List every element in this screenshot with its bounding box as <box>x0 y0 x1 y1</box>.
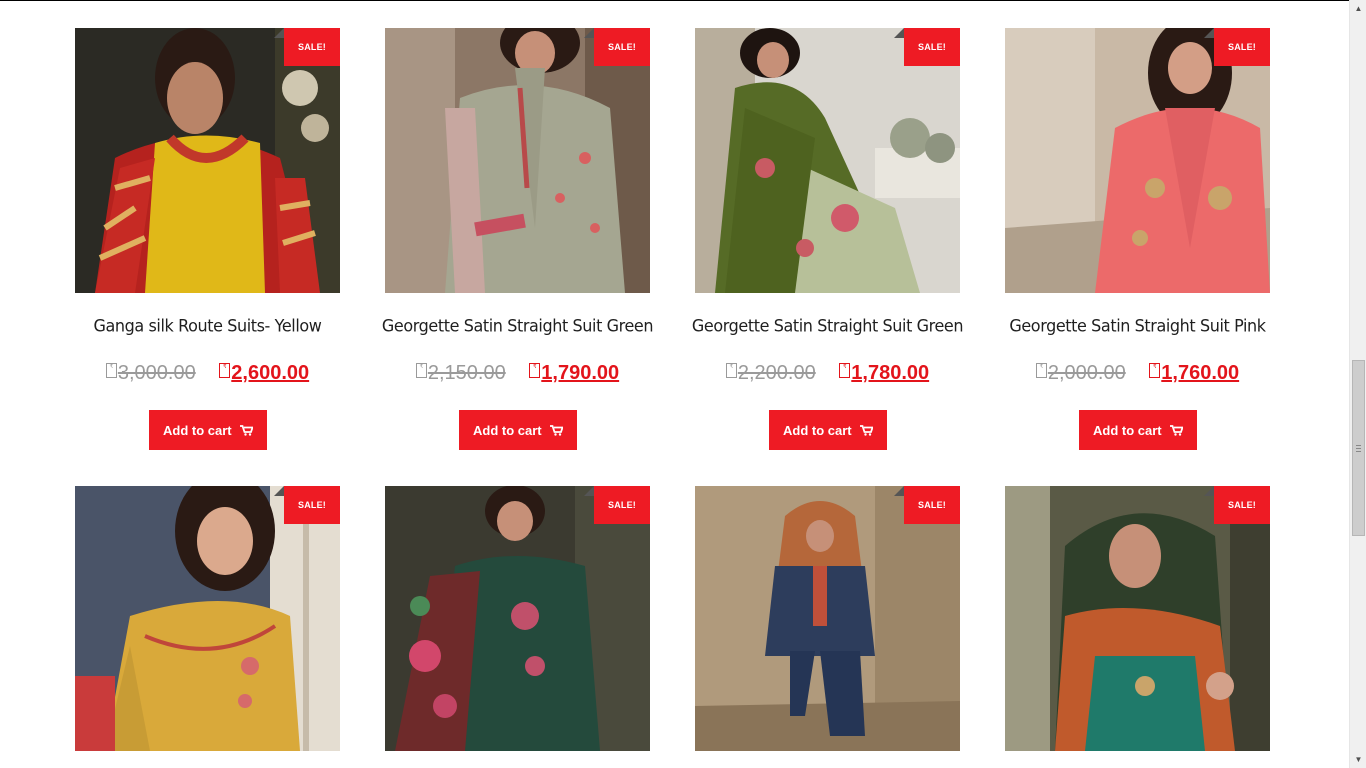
product-image-yellow-suit <box>75 28 340 293</box>
product-image-navy-suit <box>695 486 960 751</box>
product-image-link[interactable]: SALE! <box>75 486 340 751</box>
scroll-down-arrow-icon[interactable]: ▼ <box>1350 751 1366 768</box>
sale-price: ₹1,780.00 <box>839 362 929 384</box>
scrollbar-thumb[interactable] <box>1352 360 1365 536</box>
regular-price: ₹2,200.00 <box>725 362 816 384</box>
cart-icon <box>549 424 563 436</box>
currency-icon: ₹ <box>725 363 737 378</box>
product-image-teal-suit <box>1005 486 1270 751</box>
currency-icon: ₹ <box>1149 363 1161 378</box>
product-image-grey-green-suit <box>385 28 650 293</box>
sale-price: ₹1,790.00 <box>529 362 619 384</box>
sale-price: ₹2,600.00 <box>219 362 309 384</box>
sale-badge: SALE! <box>1204 486 1270 524</box>
cart-icon <box>239 424 253 436</box>
sale-badge: SALE! <box>274 28 340 66</box>
product-title[interactable]: Georgette Satin Straight Suit Pink <box>985 315 1290 336</box>
currency-icon: ₹ <box>839 363 851 378</box>
currency-icon: ₹ <box>219 363 231 378</box>
vertical-scrollbar[interactable]: ▲ ▼ <box>1349 0 1366 768</box>
sale-badge: SALE! <box>1204 28 1270 66</box>
currency-icon: ₹ <box>105 363 117 378</box>
product-title[interactable]: Georgette Satin Straight Suit Green <box>365 315 670 336</box>
product-image-mustard-suit <box>75 486 340 751</box>
regular-price: ₹3,000.00 <box>105 362 196 384</box>
sale-badge: SALE! <box>894 486 960 524</box>
add-to-cart-button[interactable]: Add to cart <box>769 410 887 450</box>
product-image-pink-suit <box>1005 28 1270 293</box>
sale-badge: SALE! <box>274 486 340 524</box>
currency-icon: ₹ <box>415 363 427 378</box>
add-to-cart-button[interactable]: Add to cart <box>149 410 267 450</box>
cart-icon <box>859 424 873 436</box>
product-image-olive-green-suit <box>695 28 960 293</box>
sale-badge: SALE! <box>584 486 650 524</box>
product-image-link[interactable]: SALE! <box>385 486 650 751</box>
product-image-link[interactable]: SALE! <box>1005 486 1270 751</box>
product-image-dark-green-printed-suit <box>385 486 650 751</box>
currency-icon: ₹ <box>1035 363 1047 378</box>
product-image-link[interactable]: SALE! <box>1005 28 1270 293</box>
sale-price: ₹1,760.00 <box>1149 362 1239 384</box>
regular-price: ₹2,150.00 <box>415 362 506 384</box>
price-block: ₹3,000.00 ₹2,600.00 <box>55 362 360 385</box>
product-title[interactable]: Georgette Satin Straight Suit Green <box>675 315 980 336</box>
add-to-cart-button[interactable]: Add to cart <box>1079 410 1197 450</box>
product-image-link[interactable]: SALE! <box>385 28 650 293</box>
product-image-link[interactable]: SALE! <box>695 486 960 751</box>
product-image-link[interactable]: SALE! <box>75 28 340 293</box>
sale-badge: SALE! <box>584 28 650 66</box>
product-grid: SALE! Ganga silk Route Suits- Yellow ₹3,… <box>0 0 1349 768</box>
scroll-up-arrow-icon[interactable]: ▲ <box>1350 0 1366 17</box>
product-image-link[interactable]: SALE! <box>695 28 960 293</box>
cart-icon <box>1169 424 1183 436</box>
price-block: ₹2,150.00 ₹1,790.00 <box>365 362 670 385</box>
product-title[interactable]: Ganga silk Route Suits- Yellow <box>55 315 360 336</box>
price-block: ₹2,000.00 ₹1,760.00 <box>985 362 1290 385</box>
sale-badge: SALE! <box>894 28 960 66</box>
add-to-cart-button[interactable]: Add to cart <box>459 410 577 450</box>
price-block: ₹2,200.00 ₹1,780.00 <box>675 362 980 385</box>
currency-icon: ₹ <box>529 363 541 378</box>
regular-price: ₹2,000.00 <box>1035 362 1126 384</box>
